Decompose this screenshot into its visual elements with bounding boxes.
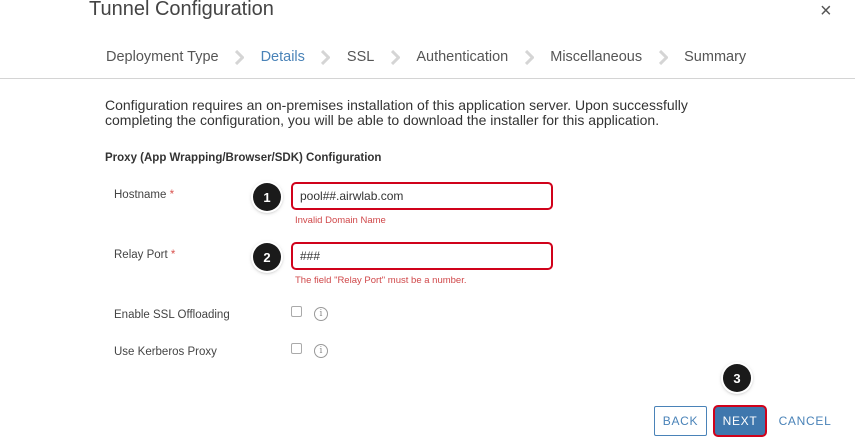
chevron-right-icon bbox=[315, 49, 337, 65]
step-deployment-type[interactable]: Deployment Type bbox=[106, 49, 219, 65]
dialog-title: Tunnel Configuration bbox=[89, 0, 274, 20]
relay-port-input[interactable] bbox=[300, 249, 544, 263]
chevron-right-icon bbox=[229, 49, 251, 65]
back-button[interactable]: BACK bbox=[654, 406, 707, 436]
kerberos-label: Use Kerberos Proxy bbox=[114, 346, 217, 358]
kerberos-checkbox[interactable] bbox=[291, 343, 302, 354]
wizard-steps: Deployment Type Details SSL Authenticati… bbox=[106, 47, 746, 67]
step-details[interactable]: Details bbox=[261, 49, 305, 65]
intro-text: Configuration requires an on-premises in… bbox=[105, 97, 688, 128]
relay-port-label-text: Relay Port bbox=[114, 249, 168, 261]
callout-badge-1: 1 bbox=[253, 183, 281, 211]
info-icon[interactable]: i bbox=[314, 307, 328, 321]
hostname-label-text: Hostname bbox=[114, 189, 167, 201]
step-miscellaneous[interactable]: Miscellaneous bbox=[550, 49, 642, 65]
hostname-input[interactable] bbox=[300, 189, 544, 203]
chevron-right-icon bbox=[384, 49, 406, 65]
hostname-label: Hostname * bbox=[114, 189, 174, 201]
required-marker: * bbox=[170, 249, 176, 261]
cancel-button[interactable]: CANCEL bbox=[779, 406, 831, 436]
step-summary[interactable]: Summary bbox=[684, 49, 746, 65]
ssl-offloading-label: Enable SSL Offloading bbox=[114, 309, 230, 321]
step-authentication[interactable]: Authentication bbox=[416, 49, 508, 65]
callout-badge-2: 2 bbox=[253, 243, 281, 271]
required-marker: * bbox=[169, 189, 175, 201]
info-icon[interactable]: i bbox=[314, 344, 328, 358]
section-title: Proxy (App Wrapping/Browser/SDK) Configu… bbox=[105, 152, 382, 164]
step-ssl[interactable]: SSL bbox=[347, 49, 374, 65]
relay-port-label: Relay Port * bbox=[114, 249, 175, 261]
ssl-offloading-checkbox[interactable] bbox=[291, 306, 302, 317]
close-icon[interactable]: × bbox=[820, 0, 832, 23]
relay-port-error: The field "Relay Port" must be a number. bbox=[295, 275, 467, 286]
callout-badge-3: 3 bbox=[723, 364, 751, 392]
header-divider bbox=[0, 78, 855, 79]
chevron-right-icon bbox=[518, 49, 540, 65]
chevron-right-icon bbox=[652, 49, 674, 65]
relay-port-field[interactable] bbox=[291, 242, 553, 270]
hostname-field[interactable] bbox=[291, 182, 553, 210]
hostname-error: Invalid Domain Name bbox=[295, 215, 386, 226]
next-button[interactable]: NEXT bbox=[713, 405, 767, 437]
